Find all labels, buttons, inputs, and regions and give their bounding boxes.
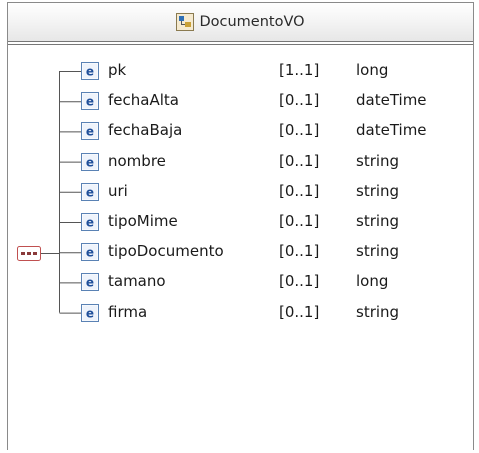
element-type: dateTime	[356, 91, 427, 110]
element-row[interactable]: e fechaAlta [0..1] dateTime	[0, 87, 479, 117]
element-cardinality: [0..1]	[279, 91, 320, 110]
element-row[interactable]: e tipoMime [0..1] string	[0, 208, 479, 238]
element-cardinality: [0..1]	[279, 181, 320, 200]
element-icon: e	[81, 62, 99, 80]
element-name: pk	[108, 61, 127, 79]
element-row[interactable]: e fechaBaja [0..1] dateTime	[0, 117, 479, 147]
element-cardinality: [0..1]	[279, 272, 320, 291]
svg-text:e: e	[86, 185, 94, 199]
element-cardinality: [0..1]	[279, 302, 320, 321]
svg-text:e: e	[86, 246, 94, 260]
element-icon: e	[81, 152, 99, 171]
svg-text:e: e	[86, 276, 94, 290]
element-cardinality: [1..1]	[279, 61, 320, 79]
element-icon: e	[81, 122, 99, 141]
element-name: tipoMime	[108, 212, 178, 230]
element-icon: e	[81, 92, 99, 111]
element-cardinality: [0..1]	[279, 212, 320, 230]
element-type: dateTime	[356, 121, 427, 140]
element-type: string	[356, 181, 400, 200]
element-cardinality: [0..1]	[279, 121, 320, 140]
element-icon: e	[81, 213, 99, 231]
svg-text:e: e	[86, 216, 94, 230]
element-type: long	[356, 61, 389, 79]
element-row[interactable]: e firma [0..1] string	[0, 299, 479, 329]
element-name: uri	[108, 181, 128, 200]
element-type: string	[356, 212, 400, 230]
svg-text:e: e	[86, 155, 94, 169]
element-name: tamano	[108, 272, 166, 291]
element-row[interactable]: e pk [1..1] long	[0, 57, 479, 87]
element-name: fechaBaja	[108, 121, 183, 140]
element-cardinality: [0..1]	[279, 151, 320, 170]
element-icon: e	[81, 273, 99, 292]
element-icon: e	[81, 182, 99, 201]
element-name: fechaAlta	[108, 91, 179, 110]
element-name: nombre	[108, 151, 166, 170]
element-icon: e	[81, 303, 99, 322]
element-name: tipoDocumento	[108, 242, 224, 261]
element-type: long	[356, 272, 389, 291]
element-cardinality: [0..1]	[279, 242, 320, 261]
element-icon: e	[81, 243, 99, 262]
svg-text:e: e	[86, 65, 94, 79]
element-row[interactable]: e nombre [0..1] string	[0, 148, 479, 178]
svg-text:e: e	[86, 306, 94, 320]
element-row[interactable]: e uri [0..1] string	[0, 178, 479, 208]
element-type: string	[356, 242, 400, 261]
element-name: firma	[108, 302, 148, 321]
element-row[interactable]: e tamano [0..1] long	[0, 268, 479, 298]
svg-text:e: e	[86, 95, 94, 109]
element-type: string	[356, 302, 400, 321]
element-row[interactable]: e tipoDocumento [0..1] string	[0, 238, 479, 268]
element-type: string	[356, 151, 400, 170]
svg-text:e: e	[86, 125, 94, 139]
